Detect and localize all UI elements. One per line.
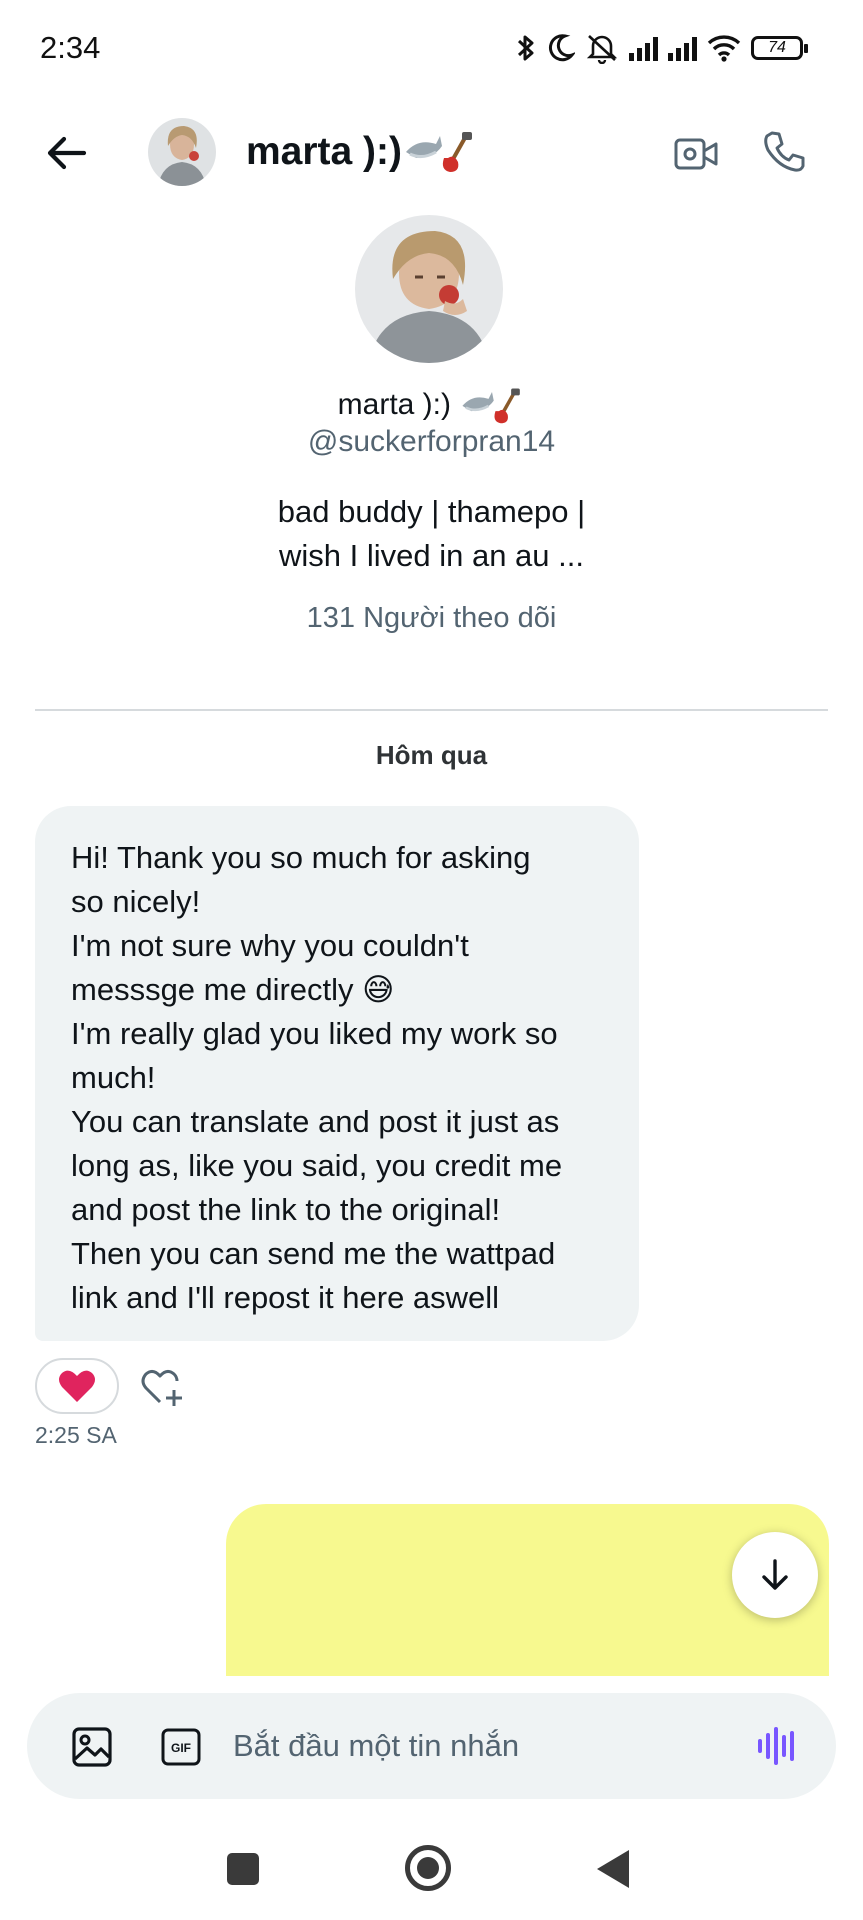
gif-button[interactable]: GIF [161, 1728, 201, 1766]
voice-wave-icon [758, 1727, 794, 1765]
gif-icon-label: GIF [171, 1741, 191, 1755]
divider [35, 709, 828, 711]
muted-bell-icon [585, 32, 619, 64]
arrow-down-icon [762, 1559, 788, 1590]
attach-image-button[interactable] [71, 1726, 113, 1768]
message-line: I'm not sure why you couldn't [71, 928, 469, 963]
message-input[interactable] [233, 1721, 733, 1771]
home-button[interactable] [405, 1845, 451, 1891]
system-nav-bar [0, 1820, 863, 1920]
arrow-left-icon [47, 136, 87, 170]
moon-icon [547, 33, 575, 63]
message-line: much! [71, 1060, 156, 1095]
system-back-button[interactable] [597, 1850, 629, 1888]
status-bar: 2:34 74 [0, 0, 863, 100]
message-line: I'm really glad you liked my work so [71, 1016, 558, 1051]
message-line: long as, like you said, you credit me [71, 1148, 563, 1183]
profile-name-row: marta ):) [0, 385, 863, 425]
message-timestamp: 2:25 SA [35, 1422, 117, 1448]
message-line: messsge me directly 😅 [71, 972, 395, 1007]
message-line: Hi! Thank you so much for asking [71, 840, 531, 875]
heart-reaction[interactable] [35, 1358, 119, 1414]
conversation-header: marta ):) [0, 110, 863, 200]
contact-name-emoji [404, 128, 476, 174]
message-line: You can translate and post it just as [71, 1104, 560, 1139]
signal-icon [668, 35, 697, 61]
heart-icon [59, 1370, 95, 1402]
date-separator: Hôm qua [375, 740, 488, 770]
message-line: Then you can send me the wattpad [71, 1236, 556, 1271]
status-time: 2:34 [40, 30, 101, 65]
incoming-message-bubble[interactable]: Hi! Thank you so much for asking so nice… [35, 806, 639, 1341]
back-button[interactable] [42, 128, 92, 178]
wifi-icon [707, 34, 741, 62]
profile-followers[interactable]: 131 Người theo dõi [0, 602, 863, 635]
voice-message-button[interactable] [755, 1723, 801, 1769]
profile-handle[interactable]: @suckerforpran14 [0, 425, 863, 459]
profile-bio-line: wish I lived in an au ... [279, 538, 584, 573]
profile-avatar[interactable] [355, 215, 503, 363]
status-icons: 74 [515, 28, 808, 68]
phone-icon [764, 131, 805, 172]
avatar[interactable] [148, 118, 216, 186]
add-reaction-button[interactable] [138, 1362, 188, 1412]
profile-bio-line: bad buddy | thamepo | [277, 494, 586, 529]
video-call-icon [674, 138, 718, 170]
scroll-to-bottom-button[interactable] [732, 1532, 818, 1618]
message-line: so nicely! [71, 884, 201, 919]
profile-name: marta ):) [337, 388, 451, 421]
phone-call-button[interactable] [760, 128, 808, 176]
profile-name-emoji [459, 387, 525, 424]
bluetooth-icon [515, 32, 537, 64]
recent-apps-button[interactable] [227, 1853, 259, 1885]
image-icon [72, 1727, 112, 1767]
message-composer: GIF [27, 1693, 836, 1799]
message-line: link and I'll repost it here aswell [71, 1280, 500, 1315]
contact-name[interactable]: marta ):) [246, 130, 402, 174]
heart-plus-icon [141, 1369, 182, 1406]
video-call-button[interactable] [672, 130, 720, 178]
message-line: and post the link to the original! [71, 1192, 501, 1227]
signal-icon [629, 35, 658, 61]
battery-icon: 74 [751, 36, 808, 60]
profile-bio: bad buddy | thamepo | wish I lived in an… [0, 490, 863, 578]
gif-icon: GIF [161, 1728, 201, 1766]
